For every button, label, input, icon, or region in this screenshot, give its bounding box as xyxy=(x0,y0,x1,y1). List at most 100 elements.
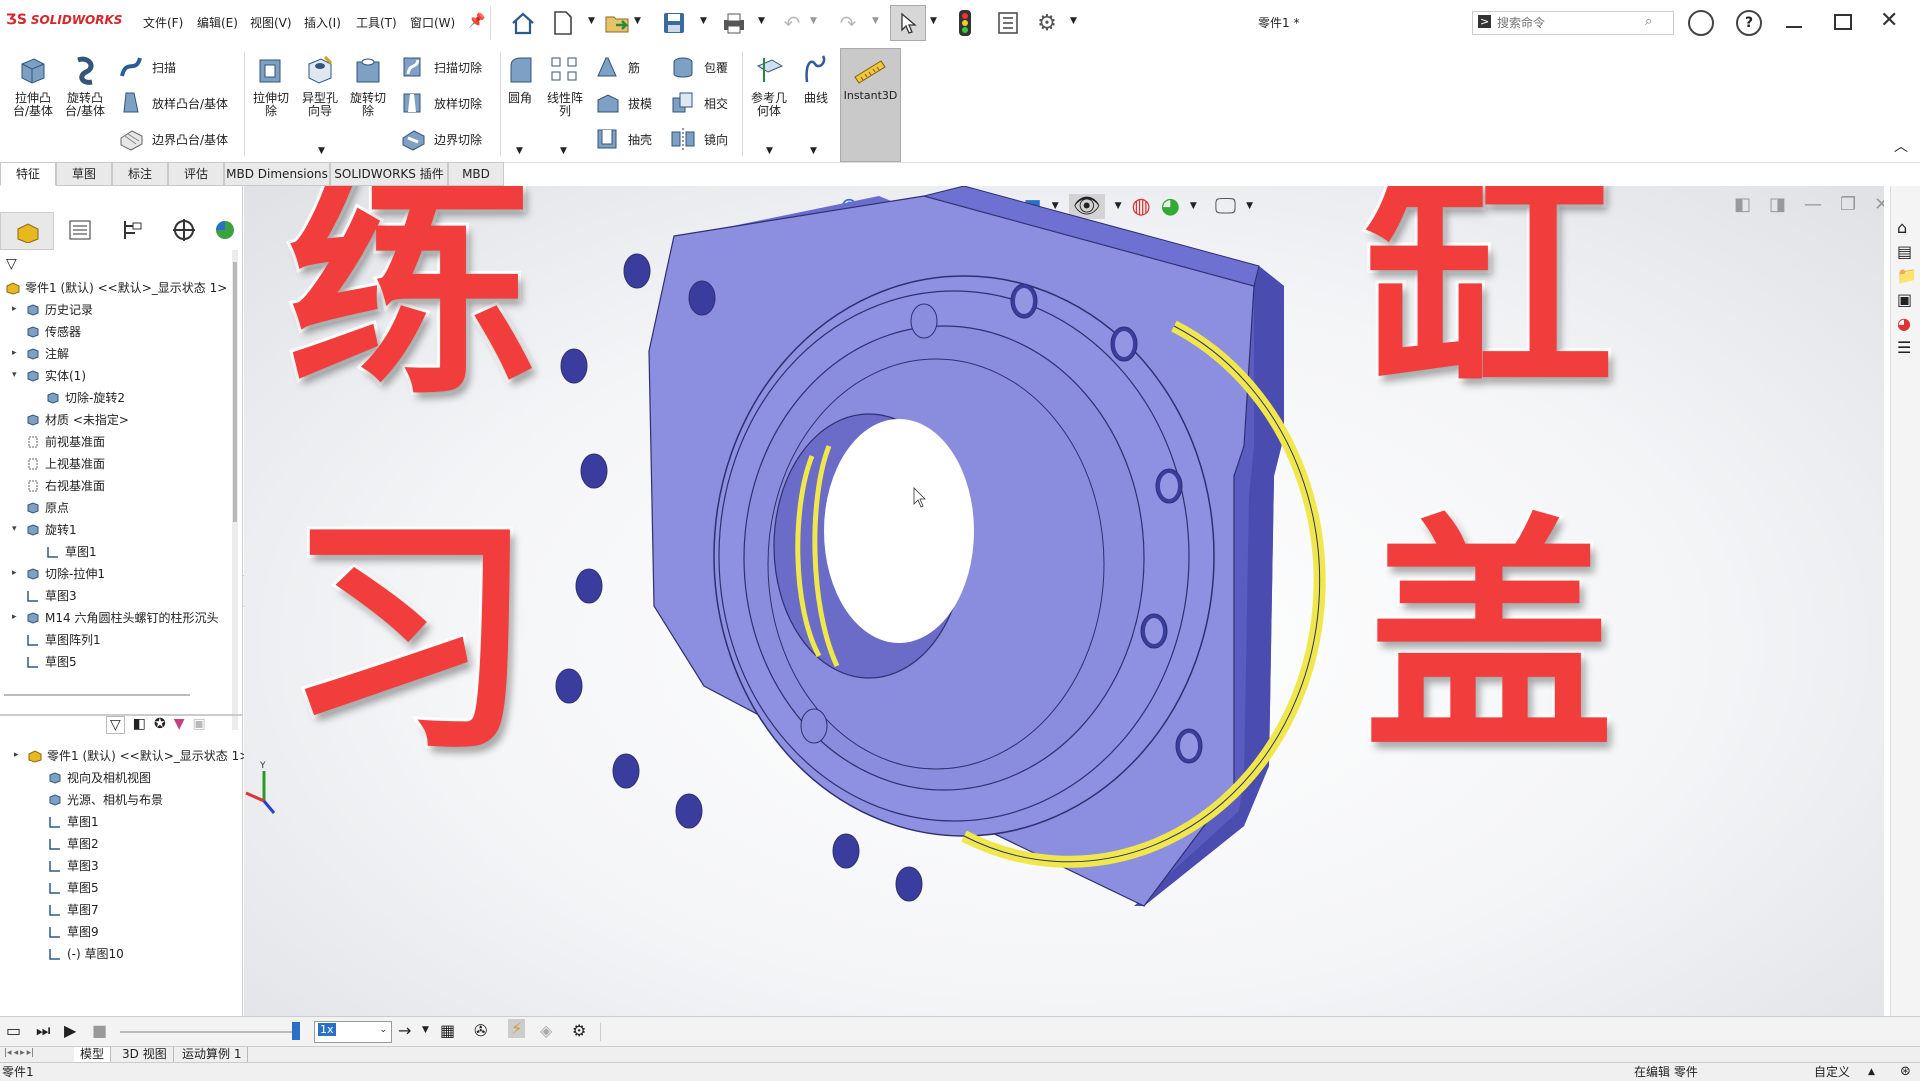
expand-arrow-icon[interactable]: ▸ xyxy=(14,750,19,760)
tree-item[interactable]: 切除-拉伸1 xyxy=(26,564,105,584)
tree-item[interactable]: 注解 xyxy=(26,344,69,364)
motion-settings-icon[interactable]: ⚙ xyxy=(572,1021,586,1040)
tree-item[interactable]: 前视基准面 xyxy=(26,432,105,452)
tree-item[interactable]: 切除-旋转2 xyxy=(46,388,125,408)
tree-item[interactable]: 零件1 (默认) <<默认>_显示状态 1> xyxy=(6,278,227,298)
tab-motion-study[interactable]: 运动算例 1 xyxy=(176,1047,249,1062)
menu-file[interactable]: 文件(F) xyxy=(143,14,183,31)
playback-speed-select[interactable]: 1x ⌄ xyxy=(314,1021,392,1043)
redo-dropdown-icon[interactable]: ▼ xyxy=(872,16,879,26)
tree-item[interactable]: 零件1 (默认) <<默认>_显示状态 1> xyxy=(28,746,249,766)
rib-button[interactable]: 筋 xyxy=(594,54,640,80)
configuration-manager-tab-icon[interactable] xyxy=(106,212,158,248)
collapse-ribbon-icon[interactable]: ︿ xyxy=(1894,136,1908,156)
redo-icon[interactable]: ↷ xyxy=(834,9,862,37)
tree-item[interactable]: 旋转1 xyxy=(26,520,77,540)
tree-item[interactable]: 草图1 xyxy=(46,542,97,562)
menu-window[interactable]: 窗口(W) xyxy=(410,14,455,31)
undo-dropdown-icon[interactable]: ▼ xyxy=(810,16,817,26)
tab-mbd[interactable]: MBD xyxy=(448,162,504,186)
expand-arrow-icon[interactable]: ▸ xyxy=(12,348,17,358)
play-icon[interactable]: ▶ xyxy=(64,1021,76,1040)
mirror-button[interactable]: 镜向 xyxy=(670,126,728,152)
options-gear-icon[interactable]: ⚙ xyxy=(1033,9,1061,37)
speed-dropdown-icon[interactable]: ⌄ xyxy=(379,1025,387,1035)
print-icon[interactable] xyxy=(720,9,748,37)
cut-group-dropdown-icon[interactable]: ▼ xyxy=(318,146,325,156)
tree-item[interactable]: M14 六角圆柱头螺钉的柱形沉头 xyxy=(26,608,218,628)
playback-slider-thumb[interactable] xyxy=(292,1022,300,1040)
help-icon[interactable]: ? xyxy=(1736,10,1762,36)
open-dropdown-icon[interactable]: ▼ xyxy=(634,16,641,26)
expand-arrow-icon[interactable]: ▸ xyxy=(12,612,17,622)
curves-button[interactable]: 曲线 xyxy=(791,54,841,105)
tree-item[interactable]: 草图5 xyxy=(48,878,99,898)
status-units[interactable]: 自定义 xyxy=(1814,1063,1850,1081)
curves-dropdown-icon[interactable]: ▼ xyxy=(810,146,817,156)
units-dropdown-icon[interactable]: ▲ xyxy=(1868,1063,1875,1081)
loft-cut-button[interactable]: 放样切除 xyxy=(400,90,482,116)
tab-markup[interactable]: 标注 xyxy=(112,162,168,186)
tab-mbd-dimensions[interactable]: MBD Dimensions xyxy=(224,162,330,186)
user-account-icon[interactable] xyxy=(1688,10,1714,36)
tree-scrollbar[interactable] xyxy=(232,250,238,730)
pin-icon[interactable]: 📌 xyxy=(468,13,485,29)
loft-boss-button[interactable]: 放样凸台/基体 xyxy=(118,90,228,116)
tree-item[interactable]: 右视基准面 xyxy=(26,476,105,496)
tree-item[interactable]: 草图1 xyxy=(48,812,99,832)
expand-arrow-icon[interactable]: ▸ xyxy=(12,304,17,314)
tab-3d-views[interactable]: 3D 视图 xyxy=(116,1047,174,1062)
first-tab-icon[interactable]: |◂ xyxy=(4,1048,12,1058)
playback-mode-dropdown-icon[interactable]: ▼ xyxy=(422,1025,429,1035)
tree-item[interactable]: 实体(1) xyxy=(26,366,86,386)
fillet-button[interactable]: 圆角 xyxy=(495,54,545,105)
shell-button[interactable]: 抽壳 xyxy=(594,126,652,152)
property-manager-tab-icon[interactable] xyxy=(54,212,106,248)
solidworks-logo[interactable]: ƷS SOLIDWORKS xyxy=(6,12,122,28)
hide-show-icon[interactable]: ◧ xyxy=(133,716,146,734)
open-icon[interactable] xyxy=(604,9,632,37)
design-library-icon[interactable]: ▤ xyxy=(1897,242,1912,261)
appearance-icon[interactable]: ✪ xyxy=(154,716,166,734)
select-cursor-icon[interactable] xyxy=(890,5,926,41)
print-dropdown-icon[interactable]: ▼ xyxy=(758,16,765,26)
tree-item[interactable]: 草图9 xyxy=(48,922,99,942)
dimxpert-tab-icon[interactable] xyxy=(158,212,210,248)
tree-divider[interactable] xyxy=(0,694,242,698)
extrude-cut-button[interactable]: 拉伸切除 xyxy=(246,54,296,118)
close-icon[interactable]: ✕ xyxy=(1880,8,1898,33)
tree-item[interactable]: 草图3 xyxy=(26,586,77,606)
tree-item[interactable]: (-) 草图10 xyxy=(48,944,124,964)
select-dropdown-icon[interactable]: ▼ xyxy=(930,16,937,26)
new-dropdown-icon[interactable]: ▼ xyxy=(588,16,595,26)
calculate-icon[interactable]: ▭ xyxy=(6,1021,21,1040)
save-icon[interactable] xyxy=(660,9,688,37)
next-tab-icon[interactable]: ▸ xyxy=(20,1048,25,1058)
file-properties-icon[interactable] xyxy=(994,9,1022,37)
search-commands-box[interactable]: > ⌕ xyxy=(1472,11,1674,35)
view-palette-icon[interactable]: ▣ xyxy=(1897,290,1912,309)
undo-icon[interactable]: ↶ xyxy=(778,9,806,37)
last-tab-icon[interactable]: ▸| xyxy=(27,1048,35,1058)
appearance-filter-icon[interactable]: ▼ xyxy=(174,716,185,734)
boundary-cut-button[interactable]: 边界切除 xyxy=(400,126,482,152)
restore-icon[interactable] xyxy=(1834,14,1852,30)
add-key-icon[interactable]: ◈ xyxy=(540,1021,552,1040)
draft-button[interactable]: 拔模 xyxy=(594,90,652,116)
tree-item[interactable]: 草图5 xyxy=(26,652,77,672)
file-explorer-icon[interactable]: 📁 xyxy=(1897,266,1917,285)
playback-mode-icon[interactable]: → xyxy=(398,1021,411,1040)
menu-insert[interactable]: 插入(I) xyxy=(304,14,341,31)
tree-item[interactable]: 原点 xyxy=(26,498,69,518)
expand-arrow-icon[interactable]: ▸ xyxy=(12,568,17,578)
search-icon[interactable]: ⌕ xyxy=(1645,14,1652,29)
filter-icon[interactable]: ▽ xyxy=(6,256,17,272)
menu-tools[interactable]: 工具(T) xyxy=(356,14,397,31)
sweep-cut-button[interactable]: 扫描切除 xyxy=(400,54,482,80)
tab-features[interactable]: 特征 xyxy=(0,162,56,186)
tab-sketch[interactable]: 草图 xyxy=(56,162,112,186)
tab-scroll-controls[interactable]: |◂ ◂ ▸ ▸| xyxy=(4,1048,34,1058)
tree-item[interactable]: 上视基准面 xyxy=(26,454,105,474)
tree-item[interactable]: 草图阵列1 xyxy=(26,630,101,650)
autokey-icon[interactable]: ⚡ xyxy=(508,1019,526,1038)
